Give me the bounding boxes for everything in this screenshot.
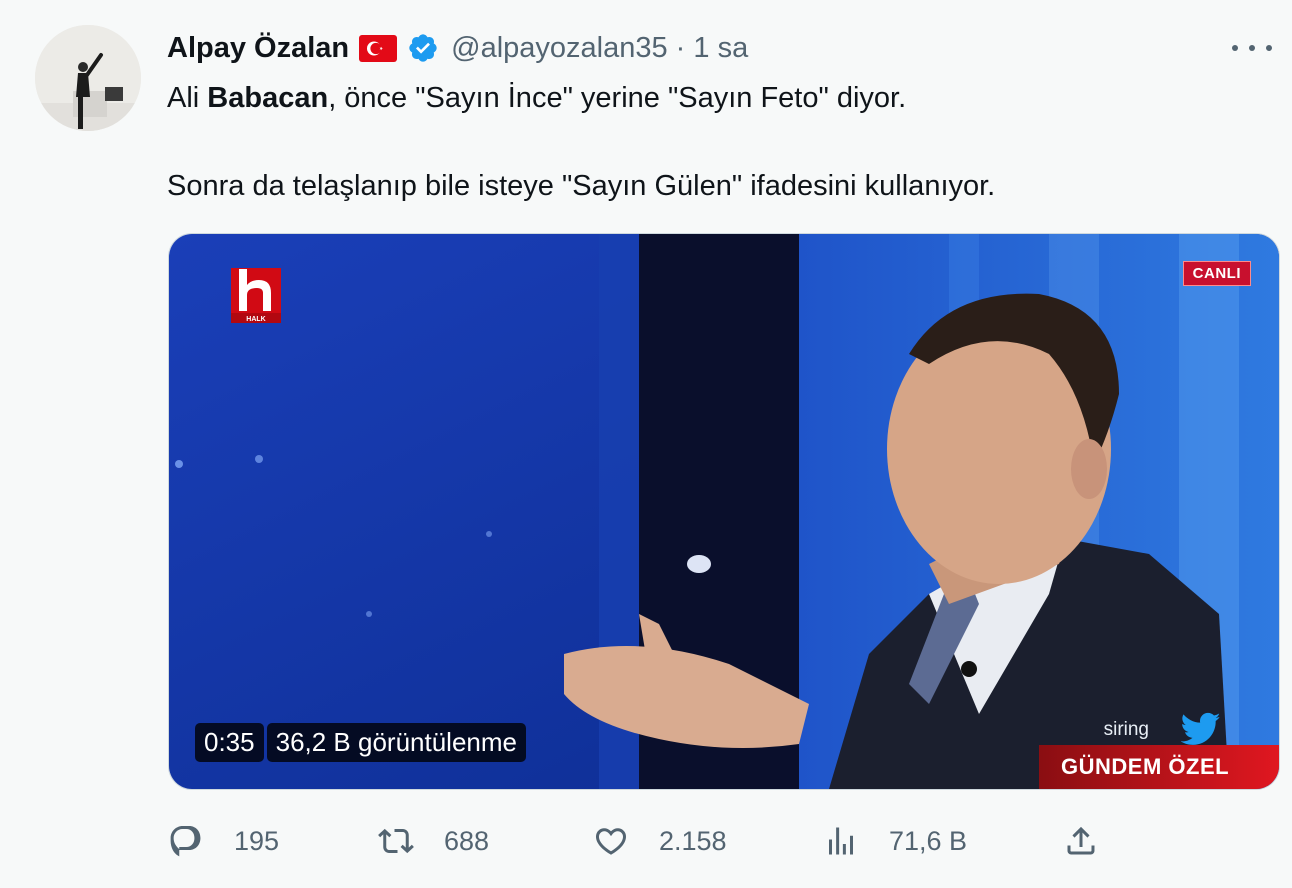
analytics-icon [829, 827, 853, 855]
reply-icon [170, 826, 201, 857]
mention-bold: Babacan [207, 82, 329, 114]
logo-caption: HALK [246, 316, 265, 323]
tweet-text-line-2: Sonra da telaşlanıp bile isteye "Sayın G… [167, 170, 996, 202]
live-badge: CANLI [1182, 261, 1251, 286]
reply-button[interactable]: 195 [168, 818, 279, 864]
retweet-icon [378, 828, 414, 854]
author-handle-time[interactable]: @alpayozalan35 · 1 sa [451, 32, 748, 65]
video-duration: 0:35 [195, 723, 264, 762]
verified-badge-icon[interactable] [407, 32, 439, 64]
video-player[interactable]: HALK CANLI siring GÜNDEM ÖZEL 0:35 36,2 … [168, 233, 1280, 790]
halk-tv-logo: HALK [231, 268, 281, 323]
video-overlay: 0:35 36,2 B görüntülenme [195, 723, 526, 762]
view-count: 71,6 B [889, 825, 968, 856]
more-options-button[interactable] [1232, 35, 1272, 61]
tweet-text-line-1: Ali Babacan, önce "Sayın İnce" yerine "S… [167, 82, 907, 114]
heart-icon [595, 828, 627, 855]
author-avatar[interactable] [35, 25, 141, 131]
retweet-button[interactable]: 688 [378, 818, 489, 864]
author-name[interactable]: Alpay Özalan [167, 32, 349, 65]
ticker-text: siring [1103, 719, 1149, 740]
video-view-count: 36,2 B görüntülenme [266, 723, 526, 762]
avatar-image [35, 25, 141, 131]
reply-count: 195 [234, 825, 280, 856]
views-button[interactable]: 71,6 B [823, 818, 967, 864]
like-button[interactable]: 2.158 [593, 818, 727, 864]
ellipsis-icon [1232, 45, 1238, 51]
retweet-count: 688 [444, 825, 490, 856]
share-icon [1067, 826, 1095, 855]
twitter-bird-icon [1181, 712, 1221, 745]
tweet-actions-bar: 195 688 2.158 71,6 B [168, 818, 1278, 864]
like-count: 2.158 [659, 825, 727, 856]
show-name-banner: GÜNDEM ÖZEL [1039, 745, 1279, 789]
video-frame [169, 234, 1279, 789]
tweet-header: Alpay Özalan @alpayozalan35 · 1 sa [167, 28, 748, 68]
turkey-flag-icon [359, 34, 398, 62]
share-button[interactable] [1063, 818, 1129, 864]
tweet-text: Ali Babacan, önce "Sayın İnce" yerine "S… [167, 78, 1267, 206]
